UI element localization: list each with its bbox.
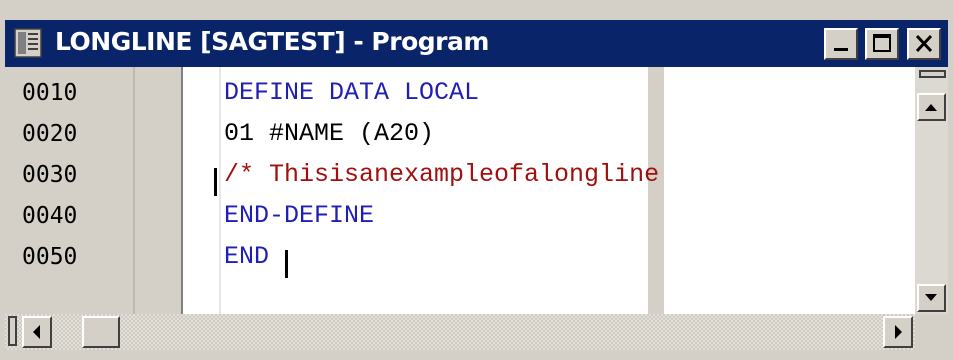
line-number: 0030 bbox=[22, 162, 78, 188]
indent-guide bbox=[219, 67, 221, 314]
program-editor-window: LONGLINE [SAGTEST] - Program 0010 0020 0… bbox=[0, 0, 953, 360]
scroll-up-button[interactable] bbox=[917, 93, 946, 121]
code-line[interactable]: 01 #NAME (A20) bbox=[224, 119, 434, 148]
minimize-icon bbox=[834, 48, 848, 51]
arrow-down-icon bbox=[925, 294, 937, 301]
program-editor-icon bbox=[14, 28, 42, 58]
line-number: 0020 bbox=[22, 121, 78, 147]
close-button[interactable] bbox=[907, 28, 941, 60]
text-caret bbox=[214, 168, 217, 196]
right-margin-rule bbox=[648, 67, 664, 314]
maximize-button[interactable] bbox=[865, 28, 899, 60]
scrollbar-corner bbox=[915, 314, 948, 350]
line-number: 0050 bbox=[22, 244, 78, 270]
line-number: 0010 bbox=[22, 80, 78, 106]
maximize-icon bbox=[873, 34, 891, 52]
horizontal-scroll-thumb[interactable] bbox=[82, 316, 120, 348]
text-caret bbox=[285, 250, 288, 278]
scroll-down-button[interactable] bbox=[917, 284, 946, 312]
arrow-up-icon bbox=[925, 104, 937, 111]
title-bar[interactable]: LONGLINE [SAGTEST] - Program bbox=[5, 20, 948, 67]
scroll-left-button[interactable] bbox=[22, 316, 52, 348]
vertical-split-handle[interactable] bbox=[919, 70, 946, 78]
close-icon bbox=[915, 34, 933, 53]
window-title: LONGLINE [SAGTEST] - Program bbox=[55, 27, 489, 56]
window-bottom-border bbox=[0, 350, 953, 360]
line-number: 0040 bbox=[22, 203, 78, 229]
code-line[interactable]: END-DEFINE bbox=[224, 201, 374, 230]
scroll-right-button[interactable] bbox=[883, 316, 913, 348]
code-line[interactable]: END bbox=[224, 242, 269, 271]
code-line[interactable]: DEFINE DATA LOCAL bbox=[224, 78, 479, 107]
code-line-comment[interactable]: /* Thisisanexampleofalongline bbox=[224, 160, 659, 189]
arrow-left-icon bbox=[33, 325, 40, 339]
marker-gutter bbox=[133, 67, 181, 314]
minimize-button[interactable] bbox=[824, 28, 858, 60]
horizontal-split-handle[interactable] bbox=[8, 316, 17, 346]
arrow-right-icon bbox=[895, 325, 902, 339]
horizontal-scrollbar[interactable] bbox=[5, 314, 915, 350]
